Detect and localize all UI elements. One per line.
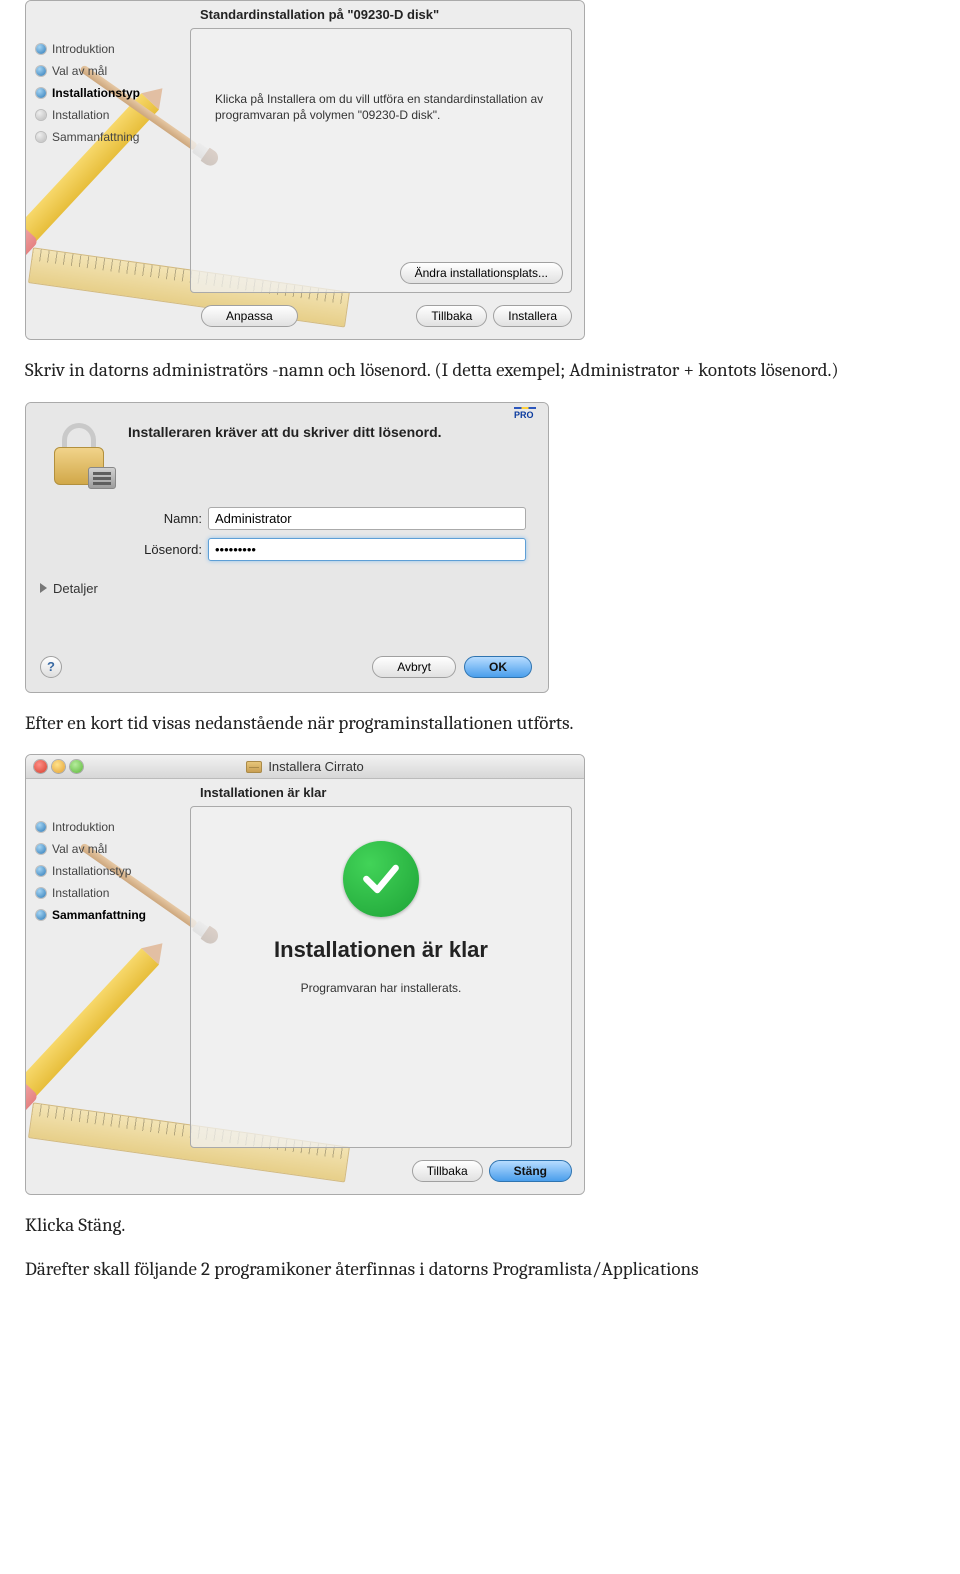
step-bullet-icon bbox=[36, 910, 46, 920]
minimize-icon[interactable] bbox=[52, 760, 65, 773]
change-location-button[interactable]: Ändra installationsplats... bbox=[400, 262, 563, 284]
package-icon bbox=[246, 761, 262, 773]
instruction-paragraph: Skriv in datorns administratörs -namn oc… bbox=[25, 358, 905, 384]
step-label: Sammanfattning bbox=[52, 908, 146, 922]
sidebar-step: Introduktion bbox=[36, 816, 186, 838]
password-input[interactable] bbox=[208, 538, 526, 561]
name-input[interactable] bbox=[208, 507, 526, 530]
sidebar-step: Val av mål bbox=[36, 60, 186, 82]
step-bullet-icon bbox=[36, 44, 46, 54]
details-label: Detaljer bbox=[53, 581, 98, 596]
sidebar-step: Sammanfattning bbox=[36, 126, 186, 148]
close-icon[interactable] bbox=[34, 760, 47, 773]
back-button[interactable]: Tillbaka bbox=[416, 305, 487, 327]
zoom-icon[interactable] bbox=[70, 760, 83, 773]
step-label: Val av mål bbox=[52, 64, 107, 78]
installer-sidebar: Introduktion Val av mål Installationstyp… bbox=[26, 28, 186, 299]
chevron-right-icon bbox=[40, 583, 47, 593]
cancel-button[interactable]: Avbryt bbox=[372, 656, 456, 678]
lock-icon bbox=[48, 423, 110, 485]
sidebar-step: Installationstyp bbox=[36, 860, 186, 882]
help-button[interactable]: ? bbox=[40, 656, 62, 678]
installer-window: Standardinstallation på "09230-D disk" I… bbox=[25, 0, 585, 340]
step-label: Installation bbox=[52, 886, 109, 900]
auth-message: Installeraren kräver att du skriver ditt… bbox=[128, 423, 442, 485]
sidebar-step: Val av mål bbox=[36, 838, 186, 860]
window-title: Installera Cirrato bbox=[268, 759, 363, 774]
checkmark-icon bbox=[343, 841, 419, 917]
installer-sidebar: Introduktion Val av mål Installationstyp… bbox=[26, 806, 186, 1154]
step-bullet-icon bbox=[36, 866, 46, 876]
back-button[interactable]: Tillbaka bbox=[412, 1160, 483, 1182]
step-bullet-icon bbox=[36, 88, 46, 98]
window-subtitle: Installationen är klar bbox=[26, 779, 584, 806]
installer-content-box: Installationen är klar Programvaran har … bbox=[190, 806, 572, 1148]
step-label: Installationstyp bbox=[52, 86, 140, 100]
sidebar-step-current: Sammanfattning bbox=[36, 904, 186, 926]
window-subtitle: Standardinstallation på "09230-D disk" bbox=[26, 1, 584, 28]
ok-button[interactable]: OK bbox=[464, 656, 532, 678]
window-titlebar: Installera Cirrato bbox=[26, 755, 584, 779]
step-label: Installation bbox=[52, 108, 109, 122]
done-title: Installationen är klar bbox=[274, 937, 488, 963]
instruction-paragraph: Därefter skall följande 2 programikoner … bbox=[25, 1257, 905, 1283]
sidebar-step: Installation bbox=[36, 882, 186, 904]
password-label: Lösenord: bbox=[122, 542, 208, 557]
step-bullet-icon bbox=[36, 888, 46, 898]
instruction-paragraph: Klicka Stäng. bbox=[25, 1213, 905, 1239]
step-bullet-icon bbox=[36, 66, 46, 76]
step-label: Val av mål bbox=[52, 842, 107, 856]
step-label: Sammanfattning bbox=[52, 130, 139, 144]
step-bullet-icon bbox=[36, 844, 46, 854]
sidebar-step: Installation bbox=[36, 104, 186, 126]
step-label: Introduktion bbox=[52, 42, 115, 56]
installer-content-box: Klicka på Installera om du vill utföra e… bbox=[190, 28, 572, 293]
instruction-paragraph: Efter en kort tid visas nedanstående när… bbox=[25, 711, 905, 737]
install-button[interactable]: Installera bbox=[493, 305, 572, 327]
step-bullet-icon bbox=[36, 822, 46, 832]
step-bullet-icon bbox=[36, 110, 46, 120]
details-toggle[interactable]: Detaljer bbox=[26, 573, 548, 602]
sidebar-step: Introduktion bbox=[36, 38, 186, 60]
step-bullet-icon bbox=[36, 132, 46, 142]
customize-button[interactable]: Anpassa bbox=[201, 305, 298, 327]
auth-dialog: PRO Installeraren kräver att du skriver … bbox=[25, 402, 549, 693]
installer-done-window: Installera Cirrato Installationen är kla… bbox=[25, 754, 585, 1195]
done-subtitle: Programvaran har installerats. bbox=[301, 981, 462, 995]
name-label: Namn: bbox=[122, 511, 208, 526]
install-description: Klicka på Installera om du vill utföra e… bbox=[191, 29, 571, 123]
step-label: Introduktion bbox=[52, 820, 115, 834]
sidebar-step-current: Installationstyp bbox=[36, 82, 186, 104]
close-button[interactable]: Stäng bbox=[489, 1160, 572, 1182]
step-label: Installationstyp bbox=[52, 864, 131, 878]
